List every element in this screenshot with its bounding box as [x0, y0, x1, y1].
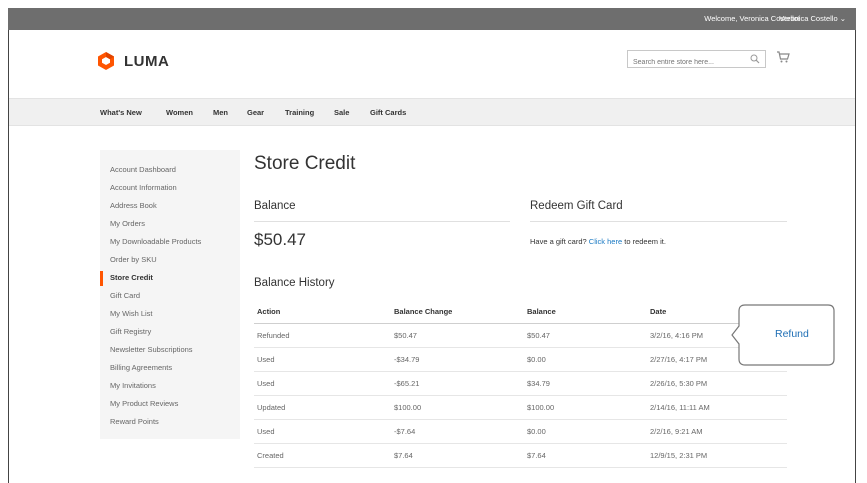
table-row: Used -$34.79 $0.00 2/27/16, 4:17 PM [254, 347, 787, 372]
redeem-link[interactable]: Click here [589, 237, 622, 246]
search-input[interactable] [628, 54, 748, 71]
sidebar-item-order-by-sku[interactable]: Order by SKU [110, 255, 157, 264]
date-cell: 2/14/16, 11:11 AM [647, 395, 787, 420]
balance-cell: $0.00 [524, 347, 647, 372]
action-cell: Used [254, 371, 391, 396]
history-heading: Balance History [254, 277, 335, 289]
column-header-action: Action [254, 300, 391, 324]
gift-card-prompt: Have a gift card? Click here to redeem i… [530, 237, 666, 246]
balance-change-cell: -$34.79 [391, 347, 524, 372]
search-box[interactable] [627, 50, 766, 71]
sidebar-item-gift-registry[interactable]: Gift Registry [110, 327, 151, 336]
gift-card-suffix: to redeem it. [624, 237, 666, 246]
luma-logo-icon [98, 52, 114, 70]
balance-change-cell: $50.47 [391, 323, 524, 348]
table-row: Updated $100.00 $100.00 2/14/16, 11:11 A… [254, 395, 787, 420]
action-cell: Used [254, 347, 391, 372]
nav-gift-cards[interactable]: Gift Cards [370, 108, 406, 117]
sidebar-item-account-information[interactable]: Account Information [110, 183, 177, 192]
action-cell: Refunded [254, 323, 391, 348]
sidebar-item-billing-agreements[interactable]: Billing Agreements [110, 363, 172, 372]
date-cell: 2/26/16, 5:30 PM [647, 371, 787, 396]
date-cell: 12/9/15, 2:31 PM [647, 443, 787, 468]
logo-text: LUMA [124, 52, 170, 70]
redeem-divider [530, 221, 787, 222]
sidebar-item-wish-list[interactable]: My Wish List [110, 309, 153, 318]
chevron-down-icon: ⌄ [837, 14, 846, 23]
top-bar: Welcome, Veronica Costello! Veronica Cos… [8, 8, 856, 30]
sidebar-item-downloadable-products[interactable]: My Downloadable Products [110, 237, 201, 246]
active-indicator [100, 271, 103, 286]
table-header-row: Action Balance Change Balance Date [254, 300, 787, 324]
page-frame-left [8, 8, 9, 483]
balance-change-cell: $100.00 [391, 395, 524, 420]
column-header-balance-change: Balance Change [391, 300, 524, 324]
nav-men[interactable]: Men [213, 108, 228, 117]
column-header-balance: Balance [524, 300, 647, 324]
balance-cell: $34.79 [524, 371, 647, 396]
main-navigation: What's New Women Men Gear Training Sale … [9, 98, 855, 126]
account-sidebar: Account Dashboard Account Information Ad… [100, 150, 240, 439]
table-row: Used -$7.64 $0.00 2/2/16, 9:21 AM [254, 419, 787, 444]
balance-change-cell: $7.64 [391, 443, 524, 468]
sidebar-item-product-reviews[interactable]: My Product Reviews [110, 399, 178, 408]
nav-sale[interactable]: Sale [334, 108, 349, 117]
callout-text: Refund [775, 328, 809, 340]
balance-cell: $7.64 [524, 443, 647, 468]
page-title: Store Credit [254, 153, 356, 174]
balance-heading: Balance [254, 200, 296, 212]
sidebar-item-address-book[interactable]: Address Book [110, 201, 157, 210]
balance-cell: $100.00 [524, 395, 647, 420]
page-frame-right [855, 8, 856, 483]
sidebar-item-invitations[interactable]: My Invitations [110, 381, 156, 390]
date-cell: 2/2/16, 9:21 AM [647, 419, 787, 444]
action-cell: Created [254, 443, 391, 468]
customer-menu[interactable]: Veronica Costello ⌄ [779, 14, 846, 23]
gift-card-question: Have a gift card? [530, 237, 587, 246]
cart-icon[interactable] [776, 50, 790, 64]
balance-divider [254, 221, 510, 222]
sidebar-item-my-orders[interactable]: My Orders [110, 219, 145, 228]
nav-training[interactable]: Training [285, 108, 314, 117]
table-row: Used -$65.21 $34.79 2/26/16, 5:30 PM [254, 371, 787, 396]
sidebar-item-gift-card[interactable]: Gift Card [110, 291, 140, 300]
table-row: Refunded $50.47 $50.47 3/2/16, 4:16 PM [254, 323, 787, 348]
nav-gear[interactable]: Gear [247, 108, 264, 117]
balance-change-cell: -$7.64 [391, 419, 524, 444]
sidebar-item-reward-points[interactable]: Reward Points [110, 417, 159, 426]
balance-history-table: Action Balance Change Balance Date Refun… [254, 300, 787, 468]
table-row: Created $7.64 $7.64 12/9/15, 2:31 PM [254, 443, 787, 468]
balance-change-cell: -$65.21 [391, 371, 524, 396]
sidebar-item-newsletter[interactable]: Newsletter Subscriptions [110, 345, 193, 354]
customer-name: Veronica Costello [779, 14, 838, 23]
logo[interactable]: LUMA [96, 50, 169, 72]
nav-women[interactable]: Women [166, 108, 193, 117]
nav-whats-new[interactable]: What's New [100, 108, 142, 117]
balance-amount: $50.47 [254, 230, 306, 249]
action-cell: Used [254, 419, 391, 444]
search-icon[interactable] [750, 54, 760, 64]
sidebar-item-store-credit[interactable]: Store Credit [110, 273, 153, 282]
balance-cell: $0.00 [524, 419, 647, 444]
sidebar-item-account-dashboard[interactable]: Account Dashboard [110, 165, 176, 174]
balance-cell: $50.47 [524, 323, 647, 348]
action-cell: Updated [254, 395, 391, 420]
refund-callout: Refund [731, 304, 835, 366]
redeem-heading: Redeem Gift Card [530, 200, 623, 212]
